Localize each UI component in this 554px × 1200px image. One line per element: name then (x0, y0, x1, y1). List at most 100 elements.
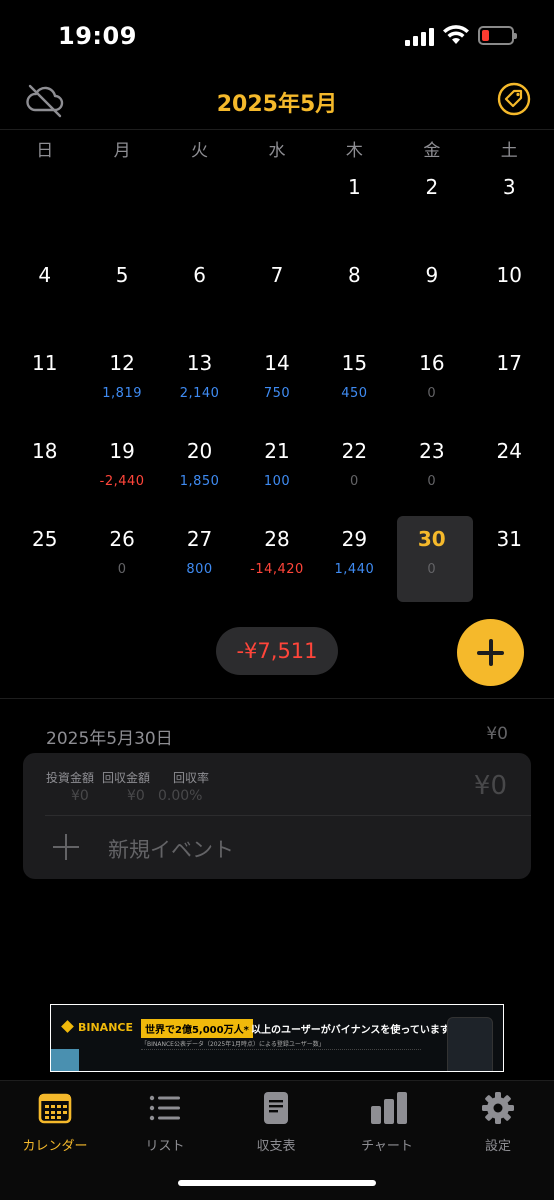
calendar-icon (38, 1091, 72, 1125)
battery-icon (478, 26, 517, 45)
calendar-day[interactable]: 15 450 (316, 342, 393, 430)
ad-subtext: 「BINANCE公表データ（2025年1月時点）による登録ユーザー数」 (141, 1041, 325, 1048)
tab-label: カレンダー (22, 1139, 88, 1154)
day-number: 21 (264, 439, 290, 463)
calendar-day[interactable]: 30 0 (393, 516, 474, 606)
day-amount: 1,850 (179, 474, 220, 489)
new-event-button[interactable]: 新規イベント (108, 834, 234, 864)
day-number: 8 (348, 263, 361, 287)
ad-choices-icon[interactable] (51, 1049, 79, 1071)
calendar-day[interactable]: 26 0 (83, 518, 160, 606)
calendar-day[interactable]: 4 (6, 254, 83, 342)
tab-list[interactable]: リスト (110, 1091, 220, 1161)
day-amount: 100 (263, 474, 291, 489)
weekday-label: 火 (191, 141, 209, 161)
day-amount: 800 (186, 562, 213, 577)
binance-logo: BINANCE (61, 1020, 133, 1034)
calendar-empty-cell (6, 166, 83, 254)
day-number: 26 (109, 527, 135, 551)
calendar-day[interactable]: 27 800 (161, 518, 238, 606)
return-value: ¥0 (127, 788, 145, 804)
calendar-day[interactable]: 16 0 (393, 342, 470, 430)
day-number: 24 (496, 439, 522, 463)
calendar-day[interactable]: 24 (471, 430, 548, 518)
return-label: 回収金額 (102, 771, 151, 785)
rate-value: 0.00% (158, 788, 203, 804)
day-number: 15 (341, 351, 368, 375)
calendar-day[interactable]: 6 (161, 254, 238, 342)
ad-banner[interactable]: BINANCE 世界で2億5,000万人* 以上のユーザーがバイナンスを使ってい… (50, 1004, 504, 1072)
month-title[interactable]: 2025年5月 (0, 86, 554, 118)
calendar-day[interactable]: 10 (471, 254, 548, 342)
status-bar: 19:09 (0, 0, 554, 70)
calendar-week: 1 2 3 (6, 166, 548, 254)
plus-icon[interactable] (53, 834, 79, 860)
day-number: 13 (186, 351, 213, 375)
calendar-day[interactable]: 13 2,140 (161, 342, 238, 430)
calendar-day[interactable]: 18 (6, 430, 83, 518)
day-amount: 0 (427, 386, 437, 401)
calendar-day[interactable]: 23 0 (393, 430, 470, 518)
tab-chart[interactable]: チャート (332, 1091, 442, 1161)
day-number: 1 (348, 175, 361, 199)
calendar-day[interactable]: 8 (316, 254, 393, 342)
calendar-day[interactable]: 14 750 (238, 342, 315, 430)
wifi-icon (442, 24, 470, 48)
day-number: 16 (419, 351, 445, 375)
calendar-day[interactable]: 20 1,850 (161, 430, 238, 518)
bar-chart-icon (370, 1091, 407, 1125)
calendar-day[interactable]: 31 (471, 518, 548, 606)
day-amount: 0 (427, 474, 437, 489)
tab-settings[interactable]: 設定 (443, 1091, 553, 1161)
add-button[interactable] (457, 619, 524, 686)
calendar-day[interactable]: 28 -14,420 (238, 518, 315, 606)
tab-calendar[interactable]: カレンダー (0, 1091, 110, 1161)
calendar-day[interactable]: 21 100 (238, 430, 315, 518)
divider (45, 815, 531, 816)
calendar-day[interactable]: 7 (238, 254, 315, 342)
day-number: 7 (270, 263, 284, 287)
day-number: 5 (115, 263, 129, 287)
day-number: 9 (425, 263, 439, 287)
ad-phone-image (447, 1017, 493, 1071)
weekday-header: 日 月 火 水 木 金 土 (6, 136, 548, 161)
weekday-label: 水 (268, 141, 286, 161)
tag-icon[interactable] (497, 82, 531, 116)
weekday-label: 木 (345, 141, 363, 161)
calendar-day[interactable]: 17 (471, 342, 548, 430)
invest-value: ¥0 (71, 788, 89, 804)
calendar-day[interactable]: 22 0 (316, 430, 393, 518)
list-icon (148, 1091, 182, 1125)
day-number: 6 (193, 263, 206, 287)
tab-balance-sheet[interactable]: 収支表 (221, 1091, 331, 1161)
divider (0, 698, 554, 699)
day-number: 14 (264, 351, 290, 375)
day-number: 11 (31, 351, 58, 375)
day-amount: 2,140 (179, 386, 220, 401)
weekday-label: 日 (36, 141, 54, 161)
day-number: 29 (341, 527, 368, 551)
calendar-day[interactable]: 5 (83, 254, 160, 342)
ad-fine-print (141, 1049, 421, 1063)
header: 2025年5月 (0, 72, 554, 130)
calendar-day[interactable]: 1 (316, 166, 393, 254)
calendar-day[interactable]: 29 1,440 (316, 518, 393, 606)
calendar-day[interactable]: 9 (393, 254, 470, 342)
day-number: 3 (502, 175, 516, 199)
calendar-day[interactable]: 11 (6, 342, 83, 430)
day-number: 2 (425, 175, 439, 199)
tab-label: 収支表 (256, 1139, 296, 1154)
calendar-day[interactable]: 12 1,819 (83, 342, 160, 430)
tab-label: チャート (361, 1139, 413, 1154)
month-total: -¥7,511 (216, 627, 338, 675)
weekday-label: 金 (423, 141, 441, 161)
calendar-day[interactable]: 3 (471, 166, 548, 254)
day-number: 18 (31, 439, 58, 463)
day-number: 12 (109, 351, 135, 375)
calendar-grid: 1 2 3 4 5 6 7 8 9 10 11 12 1,819 13 2,140 14 750 15 450 16 0… (6, 166, 548, 606)
day-amount: 450 (341, 386, 368, 401)
calendar-day[interactable]: 2 (393, 166, 470, 254)
calendar-day[interactable]: 19 -2,440 (83, 430, 160, 518)
calendar-day[interactable]: 25 (6, 518, 83, 606)
day-number: 22 (341, 439, 368, 463)
